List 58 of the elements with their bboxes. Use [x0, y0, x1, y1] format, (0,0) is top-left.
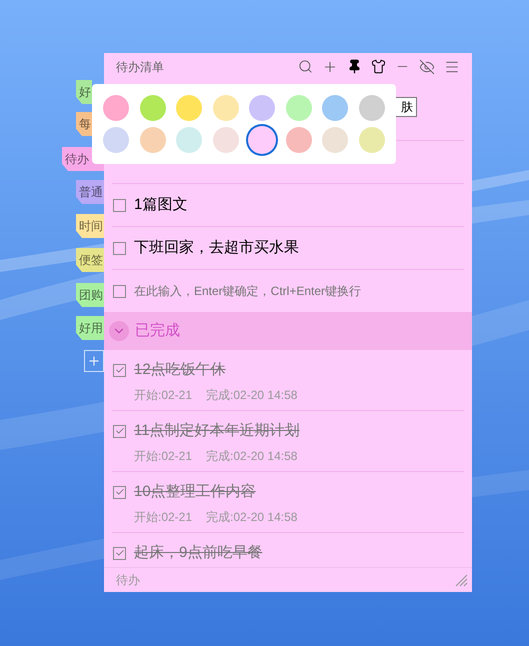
color-swatch[interactable]: [176, 127, 202, 153]
color-swatch[interactable]: [249, 127, 275, 153]
checkmark-icon: [114, 365, 124, 376]
todo-text: 12点吃饭午休: [134, 360, 226, 380]
checkbox[interactable]: [113, 364, 126, 377]
color-swatch[interactable]: [358, 95, 384, 121]
note-tab[interactable]: 每: [76, 112, 92, 136]
completed-label: 已完成: [135, 320, 180, 341]
completed-header[interactable]: 已完成: [104, 312, 472, 350]
completed-time: 完成:02-20 14:58: [206, 386, 298, 404]
start-date: 开始:02-21: [134, 508, 192, 526]
color-swatch[interactable]: [212, 95, 238, 121]
checkbox[interactable]: [113, 546, 126, 560]
checkmark-icon: [114, 426, 124, 436]
checkbox[interactable]: [113, 198, 126, 212]
todo-text: 1篇图文: [134, 194, 188, 215]
todo-text: 10点整理工作内容: [134, 482, 256, 502]
collapse-icon[interactable]: [109, 321, 129, 341]
color-swatch[interactable]: [212, 127, 238, 153]
color-swatch[interactable]: [249, 95, 275, 121]
todo-text: 下班回家，去超市买水果: [134, 238, 299, 258]
add-tab-icon[interactable]: [84, 350, 104, 372]
todo-text: 11点制定好本年近期计划: [134, 421, 300, 441]
note-tab[interactable]: 好: [76, 80, 92, 104]
todo-text: 起床，9点前吃早餐: [134, 543, 262, 563]
color-swatch[interactable]: [140, 127, 166, 153]
checkmark-icon: [114, 487, 124, 498]
note-tab[interactable]: 便签: [76, 248, 104, 272]
status-text: 待办: [116, 572, 140, 589]
color-swatch[interactable]: [322, 127, 348, 153]
color-swatch[interactable]: [140, 95, 166, 121]
new-todo-field[interactable]: 在此输入，Enter键确定，Ctrl+Enter键换行: [134, 282, 464, 300]
checkbox[interactable]: [113, 284, 126, 298]
checkbox[interactable]: [113, 424, 126, 438]
resize-grip-icon[interactable]: [454, 573, 468, 587]
shirt-icon[interactable]: [371, 59, 386, 74]
color-swatch[interactable]: [103, 95, 129, 121]
hide-icon[interactable]: [419, 58, 435, 74]
color-swatch[interactable]: [286, 95, 312, 121]
completed-time: 完成:02-20 14:58: [206, 448, 298, 464]
color-swatch[interactable]: [176, 95, 202, 121]
checkmark-icon: [114, 548, 124, 558]
color-swatch[interactable]: [103, 127, 129, 153]
window-title: 待办清单: [116, 58, 164, 76]
color-swatch[interactable]: [286, 127, 312, 153]
checkbox[interactable]: [113, 242, 126, 254]
note-tab[interactable]: 好用: [76, 316, 104, 340]
start-date: 开始:02-21: [134, 386, 192, 404]
start-date: 开始:02-21: [134, 448, 192, 464]
search-icon[interactable]: [298, 59, 313, 74]
note-tab[interactable]: 普通: [76, 180, 104, 204]
checkbox[interactable]: [113, 486, 126, 499]
note-tab[interactable]: 团购: [76, 283, 104, 307]
note-tab[interactable]: 时间: [76, 214, 104, 238]
color-swatch[interactable]: [322, 95, 348, 121]
pin-icon[interactable]: [347, 59, 362, 74]
completed-time: 完成:02-20 14:58: [206, 508, 298, 526]
color-swatch[interactable]: [358, 127, 384, 153]
